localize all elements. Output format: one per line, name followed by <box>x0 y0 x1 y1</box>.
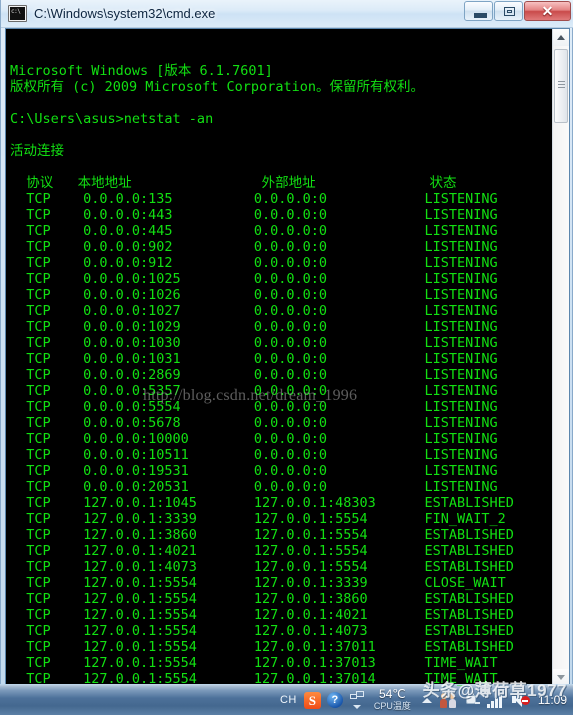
console-header-line: 活动连接 <box>10 143 64 159</box>
minimize-button[interactable] <box>464 1 493 21</box>
console-header-line: 版权所有 (c) 2009 Microsoft Corporation。保留所有… <box>10 79 424 95</box>
cmd-icon <box>8 5 27 22</box>
console-connection-row: TCP 0.0.0.0:20531 0.0.0.0:0 LISTENING <box>10 479 498 495</box>
console-connection-row: TCP 0.0.0.0:1031 0.0.0.0:0 LISTENING <box>10 351 498 367</box>
window-title: C:\Windows\system32\cmd.exe <box>34 6 216 21</box>
question-mark-icon: ? <box>326 692 343 708</box>
signal-bars-icon <box>486 692 505 708</box>
console-connection-row: TCP 0.0.0.0:445 0.0.0.0:0 LISTENING <box>10 223 498 239</box>
network-button[interactable] <box>484 685 508 715</box>
console-connection-row: TCP 0.0.0.0:135 0.0.0.0:0 LISTENING <box>10 191 498 207</box>
clock-button[interactable]: 11:09 <box>534 685 573 715</box>
console-header-line: Microsoft Windows [版本 6.1.7601] <box>10 63 273 79</box>
console-header-line <box>10 95 552 111</box>
console-connection-row: TCP 0.0.0.0:1030 0.0.0.0:0 LISTENING <box>10 335 498 351</box>
window-controls: ✕ <box>463 1 571 21</box>
sogou-icon: S <box>303 691 321 709</box>
blog-watermark: http://blog.csdn.net/dream_1996 <box>143 387 358 404</box>
console-text: Microsoft Windows [版本 6.1.7601] 版权所有 (c) … <box>10 31 552 686</box>
console-connection-row: TCP 127.0.0.1:3860 127.0.0.1:5554 ESTABL… <box>10 527 514 543</box>
people-icon <box>439 691 457 709</box>
speaker-muted-icon <box>511 692 531 708</box>
system-tray: CH S ? 54℃ CPU温度 11:09 <box>276 685 573 715</box>
console-connection-row: TCP 0.0.0.0:5678 0.0.0.0:0 LISTENING <box>10 415 498 431</box>
chevron-up-icon <box>421 697 432 703</box>
console-connection-row: TCP 0.0.0.0:10000 0.0.0.0:0 LISTENING <box>10 431 498 447</box>
console-connection-row: TCP 127.0.0.1:5554 127.0.0.1:37011 ESTAB… <box>10 639 514 655</box>
ime-help-button[interactable]: ? <box>324 685 346 715</box>
console-connection-row: TCP 127.0.0.1:5554 127.0.0.1:37014 TIME_… <box>10 671 498 686</box>
cpu-temperature-widget[interactable]: 54℃ CPU温度 <box>368 685 417 715</box>
maximize-icon <box>504 7 515 16</box>
ime-keyboard-button[interactable] <box>346 685 368 715</box>
ime-label: CH <box>279 694 297 706</box>
clock-time: 11:09 <box>537 693 567 707</box>
taskbar: CH S ? 54℃ CPU温度 11:09 <box>0 684 573 715</box>
console-connection-row: TCP 127.0.0.1:3339 127.0.0.1:5554 FIN_WA… <box>10 511 506 527</box>
console-connection-row: TCP 0.0.0.0:10511 0.0.0.0:0 LISTENING <box>10 447 498 463</box>
console-connection-row: TCP 0.0.0.0:1025 0.0.0.0:0 LISTENING <box>10 271 498 287</box>
temperature-block: 54℃ CPU温度 <box>368 686 417 712</box>
scroll-up-button[interactable] <box>553 29 569 46</box>
cmd-window: C:\Windows\system32\cmd.exe ✕ Microsoft … <box>0 0 573 692</box>
console-connection-row: TCP 0.0.0.0:19531 0.0.0.0:0 LISTENING <box>10 463 498 479</box>
console-connection-row: TCP 0.0.0.0:1027 0.0.0.0:0 LISTENING <box>10 303 498 319</box>
close-button[interactable]: ✕ <box>524 1 571 21</box>
console-header-line: C:\Users\asus>netstat -an <box>10 111 214 127</box>
console-connection-row: TCP 127.0.0.1:1045 127.0.0.1:48303 ESTAB… <box>10 495 514 511</box>
screen: C:\Windows\system32\cmd.exe ✕ Microsoft … <box>0 0 573 715</box>
close-icon: ✕ <box>541 3 554 19</box>
usb-plug-icon <box>463 691 481 709</box>
console-connection-row: TCP 127.0.0.1:5554 127.0.0.1:4021 ESTABL… <box>10 607 514 623</box>
temperature-value: 54℃ <box>378 686 406 701</box>
console-output[interactable]: Microsoft Windows [版本 6.1.7601] 版权所有 (c) … <box>6 29 552 686</box>
console-connection-row: TCP 0.0.0.0:1029 0.0.0.0:0 LISTENING <box>10 319 498 335</box>
console-connection-row: TCP 127.0.0.1:5554 127.0.0.1:3860 ESTABL… <box>10 591 514 607</box>
console-header-line <box>10 159 552 175</box>
keyboard-icon <box>349 690 364 710</box>
contacts-tray-icon[interactable] <box>437 685 460 715</box>
console-connection-row: TCP 0.0.0.0:902 0.0.0.0:0 LISTENING <box>10 239 498 255</box>
window-titlebar[interactable]: C:\Windows\system32\cmd.exe ✕ <box>1 0 573 28</box>
console-connection-row: TCP 127.0.0.1:4021 127.0.0.1:5554 ESTABL… <box>10 543 514 559</box>
console-header-line <box>10 127 552 143</box>
console-scrollbar[interactable] <box>552 29 569 686</box>
console-connection-row: TCP 127.0.0.1:5554 127.0.0.1:3339 CLOSE_… <box>10 575 506 591</box>
console-connection-row: TCP 127.0.0.1:5554 127.0.0.1:37013 TIME_… <box>10 655 498 671</box>
console-column-header: 协议 本地地址 外部地址 状态 <box>10 175 457 191</box>
chevron-up-icon <box>557 35 565 40</box>
volume-button[interactable] <box>508 685 534 715</box>
temperature-caption: CPU温度 <box>373 700 411 711</box>
console-connection-row: TCP 0.0.0.0:1026 0.0.0.0:0 LISTENING <box>10 287 498 303</box>
ime-indicator[interactable]: CH <box>276 685 301 715</box>
show-hidden-icons-button[interactable] <box>417 685 437 715</box>
console-lines: Microsoft Windows [版本 6.1.7601] 版权所有 (c) … <box>10 63 552 686</box>
console-connection-row: TCP 127.0.0.1:4073 127.0.0.1:5554 ESTABL… <box>10 559 514 575</box>
sogou-ime-button[interactable]: S <box>301 685 324 715</box>
console-area: Microsoft Windows [版本 6.1.7601] 版权所有 (c) … <box>5 28 570 687</box>
maximize-button[interactable] <box>494 1 523 21</box>
console-connection-row: TCP 0.0.0.0:443 0.0.0.0:0 LISTENING <box>10 207 498 223</box>
console-connection-row: TCP 0.0.0.0:912 0.0.0.0:0 LISTENING <box>10 255 498 271</box>
minimize-icon <box>474 13 487 18</box>
console-connection-row: TCP 127.0.0.1:5554 127.0.0.1:4073 ESTABL… <box>10 623 514 639</box>
grip-icon <box>558 81 565 90</box>
chevron-down-icon <box>557 675 565 680</box>
safely-remove-hardware-button[interactable] <box>460 685 484 715</box>
scrollbar-thumb[interactable] <box>554 49 568 123</box>
console-connection-row: TCP 0.0.0.0:2869 0.0.0.0:0 LISTENING <box>10 367 498 383</box>
